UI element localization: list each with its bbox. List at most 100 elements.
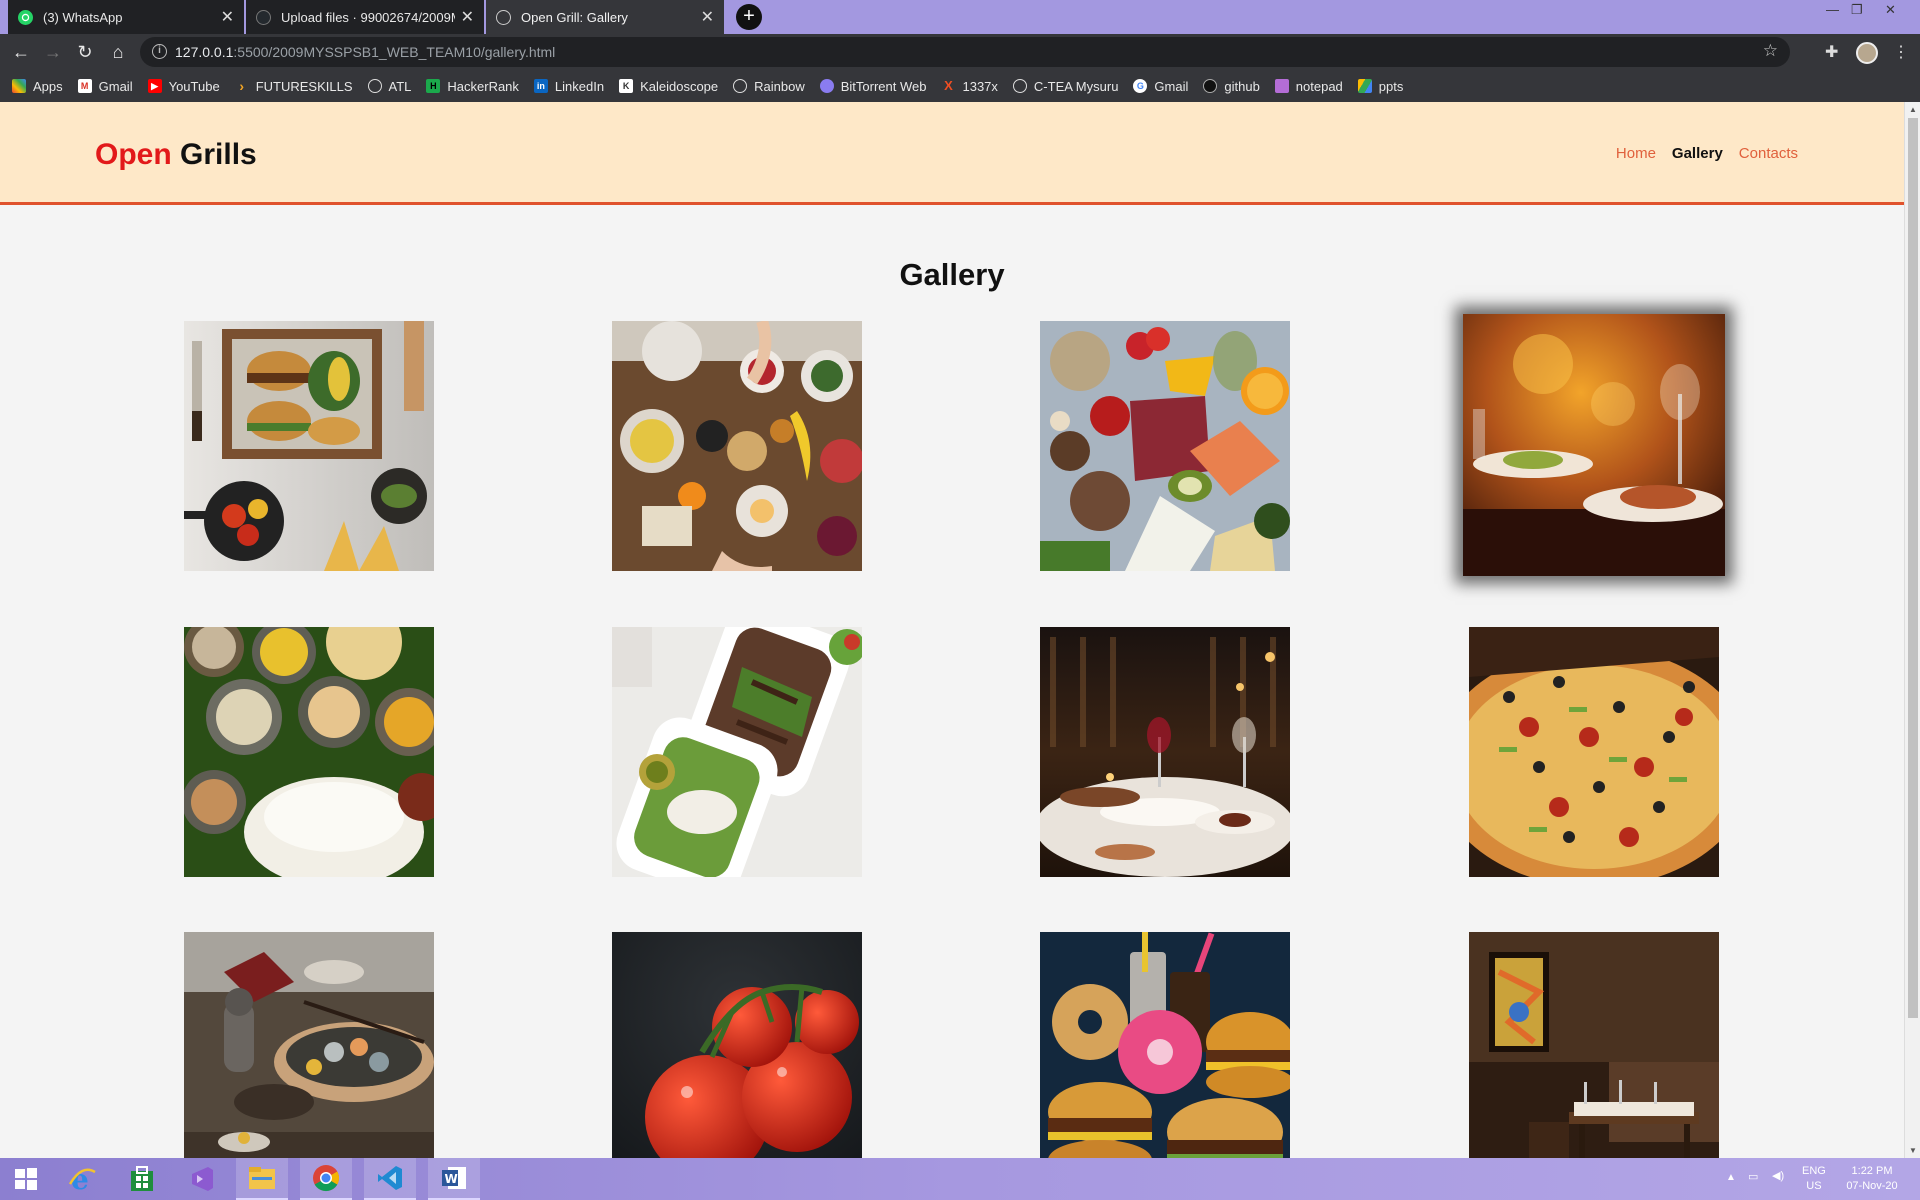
language-code: ENG [1802, 1165, 1826, 1177]
notepad-icon [1274, 79, 1289, 93]
browser-tab-strip: (3) WhatsApp ✕ Upload files · 99002674/2… [0, 0, 1920, 34]
logo-word-open: Open [95, 138, 172, 171]
brunch-table-photo[interactable] [612, 321, 862, 571]
bookmark-hackerrank[interactable]: H HackerRank [426, 79, 519, 94]
network-icon[interactable]: ▭ [1748, 1170, 1758, 1185]
new-tab-button[interactable]: + [736, 4, 762, 30]
burger-platter-photo[interactable] [184, 321, 434, 571]
x-icon: X [944, 78, 953, 93]
tab-whatsapp[interactable]: (3) WhatsApp ✕ [8, 0, 244, 34]
close-icon[interactable]: ✕ [461, 7, 474, 27]
visual-studio-icon[interactable] [176, 1158, 228, 1200]
tab-upload-files[interactable]: Upload files · 99002674/2009MYSSPSB1_WEB… [246, 0, 484, 34]
bookmark-notepad[interactable]: notepad [1274, 79, 1343, 94]
bookmark-atl[interactable]: ATL [367, 79, 411, 94]
menu-kebab-icon[interactable]: ⋮ [1893, 42, 1909, 62]
tab-title: Upload files · 99002674/2009MYSSPSB1_WEB… [281, 9, 455, 25]
nav-home-link[interactable]: Home [1616, 145, 1656, 162]
browser-toolbar: ← → ↻ ⌂ i 127.0.0.1:5500/2009MYSSPSB1_WE… [0, 34, 1920, 70]
address-bar[interactable]: i 127.0.0.1:5500/2009MYSSPSB1_WEB_TEAM10… [140, 37, 1790, 67]
back-arrow-icon[interactable]: ← [9, 40, 33, 64]
tray-overflow-chevron-icon[interactable]: ▲ [1726, 1170, 1736, 1185]
extensions-puzzle-icon[interactable]: ✚ [1825, 42, 1838, 62]
restore-icon[interactable]: ❐ [1851, 2, 1863, 18]
windows-taskbar: e W ▲ ▭ ◀) ENG US 1:22 PM 07-Nov-20 [0, 1158, 1920, 1200]
gmail-icon: M [77, 79, 92, 93]
bittorrent-icon [819, 79, 834, 93]
logo-word-grills: Grills [180, 138, 257, 171]
language-indicator[interactable]: ENG US [1802, 1164, 1826, 1194]
site-logo[interactable]: Open Grills [95, 138, 257, 172]
start-icon[interactable] [0, 1158, 52, 1200]
bookmark-apps[interactable]: Apps [12, 79, 63, 94]
site-info-icon[interactable]: i [152, 44, 167, 59]
bookmark-ctea-mysuru[interactable]: C-TEA Mysuru [1012, 79, 1118, 94]
scroll-up-icon[interactable]: ▲ [1909, 105, 1917, 114]
nav-gallery-link[interactable]: Gallery [1672, 145, 1723, 162]
bookmark-kaleidoscope[interactable]: K Kaleidoscope [619, 79, 718, 94]
hackerrank-icon: H [426, 79, 441, 93]
region-code: US [1806, 1180, 1822, 1192]
vscode-icon[interactable] [364, 1158, 416, 1200]
bookmark-gmail-google[interactable]: G Gmail [1133, 79, 1188, 94]
reload-icon[interactable]: ↻ [73, 40, 97, 64]
restaurant-dinner-photo[interactable] [1463, 314, 1725, 576]
linkedin-icon: in [533, 79, 548, 93]
github-icon [1203, 79, 1218, 93]
drive-icon [1357, 79, 1372, 93]
scrollbar-thumb[interactable] [1908, 118, 1918, 1018]
nav-contacts-link[interactable]: Contacts [1739, 145, 1798, 162]
indian-thali-photo[interactable] [184, 627, 434, 877]
globe-icon [367, 79, 382, 93]
site-header: Open Grills Home Gallery Contacts [0, 102, 1904, 205]
bookmark-youtube[interactable]: ▶ YouTube [147, 79, 220, 94]
pizza-photo[interactable] [1469, 627, 1719, 877]
burgers-donuts-photo[interactable] [1040, 932, 1290, 1158]
chrome-icon[interactable] [300, 1158, 352, 1200]
clock[interactable]: 1:22 PM 07-Nov-20 [1842, 1164, 1902, 1194]
bookmark-ppts[interactable]: ppts [1357, 79, 1403, 94]
bookmark-linkedin[interactable]: in LinkedIn [533, 79, 604, 94]
bookmark-bittorrent[interactable]: BitTorrent Web [819, 79, 926, 94]
file-explorer-icon[interactable] [236, 1158, 288, 1200]
whatsapp-icon [18, 9, 33, 25]
wine-dining-photo[interactable] [1040, 627, 1290, 877]
profile-avatar[interactable] [1856, 42, 1878, 64]
dining-room-photo[interactable] [1469, 932, 1719, 1158]
forward-arrow-icon[interactable]: → [41, 40, 65, 64]
home-icon[interactable]: ⌂ [106, 40, 130, 64]
page-scrollbar[interactable]: ▲ ▼ [1904, 102, 1920, 1158]
youtube-icon: ▶ [147, 79, 162, 93]
internet-explorer-icon[interactable]: e [56, 1158, 108, 1200]
github-icon [256, 9, 271, 25]
page-title: Gallery [899, 257, 1005, 292]
minimize-icon[interactable]: — [1826, 2, 1839, 17]
bookmark-1337x[interactable]: X 1337x [941, 78, 998, 94]
url-text[interactable]: 127.0.0.1:5500/2009MYSSPSB1_WEB_TEAM10/g… [175, 44, 555, 60]
site-nav: Home Gallery Contacts [1616, 145, 1798, 162]
fresh-ingredients-photo[interactable] [1040, 321, 1290, 571]
bookmark-gmail[interactable]: M Gmail [77, 79, 133, 94]
scroll-down-icon[interactable]: ▼ [1909, 1146, 1917, 1155]
chevron-icon: › [239, 78, 245, 94]
globe-icon [1012, 79, 1027, 93]
page-viewport: Open Grills Home Gallery Contacts Galler… [0, 102, 1904, 1158]
salad-bowls-photo[interactable] [612, 627, 862, 877]
close-window-icon[interactable]: ✕ [1885, 2, 1896, 18]
tomatoes-photo[interactable] [612, 932, 862, 1158]
bookmark-futureskills[interactable]: › FUTURESKILLS [235, 78, 352, 94]
tab-open-grill-gallery[interactable]: Open Grill: Gallery ✕ [486, 0, 724, 34]
bookmark-github[interactable]: github [1203, 79, 1260, 94]
seafood-bowl-photo[interactable] [184, 932, 434, 1158]
kaleidoscope-icon: K [619, 79, 634, 93]
close-icon[interactable]: ✕ [221, 7, 234, 27]
store-icon[interactable] [116, 1158, 168, 1200]
google-icon: G [1133, 79, 1148, 93]
bookmark-star-icon[interactable]: ☆ [1763, 41, 1778, 61]
close-icon[interactable]: ✕ [701, 7, 714, 27]
volume-icon[interactable]: ◀) [1772, 1169, 1784, 1184]
bookmark-rainbow[interactable]: Rainbow [733, 79, 805, 94]
svg-text:W: W [445, 1172, 458, 1186]
word-icon[interactable]: W [428, 1158, 480, 1200]
globe-icon [733, 79, 748, 93]
